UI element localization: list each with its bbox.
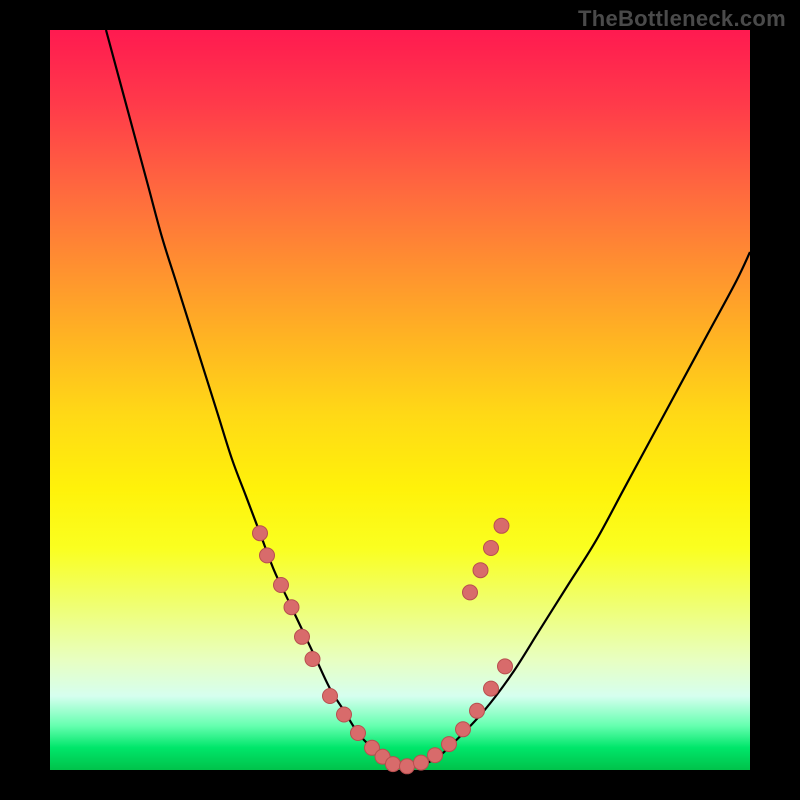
data-dot <box>260 548 275 563</box>
watermark-text: TheBottleneck.com <box>578 6 786 32</box>
data-dot <box>351 726 366 741</box>
data-dot <box>428 748 443 763</box>
data-dot <box>253 526 268 541</box>
data-dot <box>274 578 289 593</box>
data-dot <box>337 707 352 722</box>
chart-svg <box>50 30 750 770</box>
data-dot <box>456 722 471 737</box>
data-dot <box>323 689 338 704</box>
data-dot <box>498 659 513 674</box>
chart-stage: TheBottleneck.com <box>0 0 800 800</box>
bottleneck-curve <box>106 30 750 767</box>
data-dots <box>253 518 513 774</box>
data-dot <box>473 563 488 578</box>
data-dot <box>386 757 401 772</box>
data-dot <box>484 541 499 556</box>
data-dot <box>463 585 478 600</box>
data-dot <box>484 681 499 696</box>
data-dot <box>442 737 457 752</box>
data-dot <box>284 600 299 615</box>
data-dot <box>305 652 320 667</box>
data-dot <box>295 629 310 644</box>
data-dot <box>400 759 415 774</box>
data-dot <box>470 703 485 718</box>
data-dot <box>494 518 509 533</box>
plot-area <box>50 30 750 770</box>
data-dot <box>414 755 429 770</box>
